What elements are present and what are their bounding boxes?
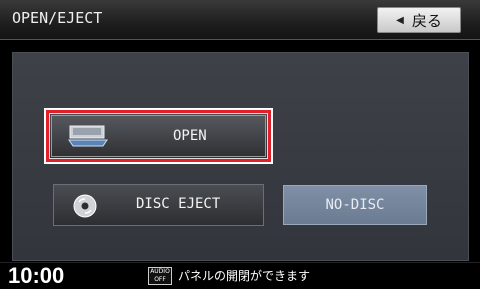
open-button-label: OPEN [173, 128, 207, 144]
no-disc-status: NO-DISC [283, 185, 427, 225]
back-button-label: 戻る [411, 11, 442, 30]
clock: 10:00 [8, 263, 65, 288]
open-button[interactable]: OPEN [46, 110, 271, 162]
status-message: パネルの開閉ができます [178, 269, 311, 283]
disc-eject-label: DISC EJECT [136, 196, 221, 212]
audio-off-icon: AUDIO OFF [148, 267, 172, 285]
audio-off-bottom: OFF [154, 276, 166, 283]
back-arrow-icon: ◀ [396, 14, 404, 26]
disc-eject-button[interactable]: DISC EJECT [53, 184, 264, 226]
panel-open-icon [68, 125, 108, 147]
disc-icon [73, 194, 97, 218]
audio-off-top: AUDIO [150, 268, 170, 275]
back-button[interactable]: ◀ 戻る [377, 7, 461, 33]
page-title: OPEN/EJECT [12, 9, 103, 27]
